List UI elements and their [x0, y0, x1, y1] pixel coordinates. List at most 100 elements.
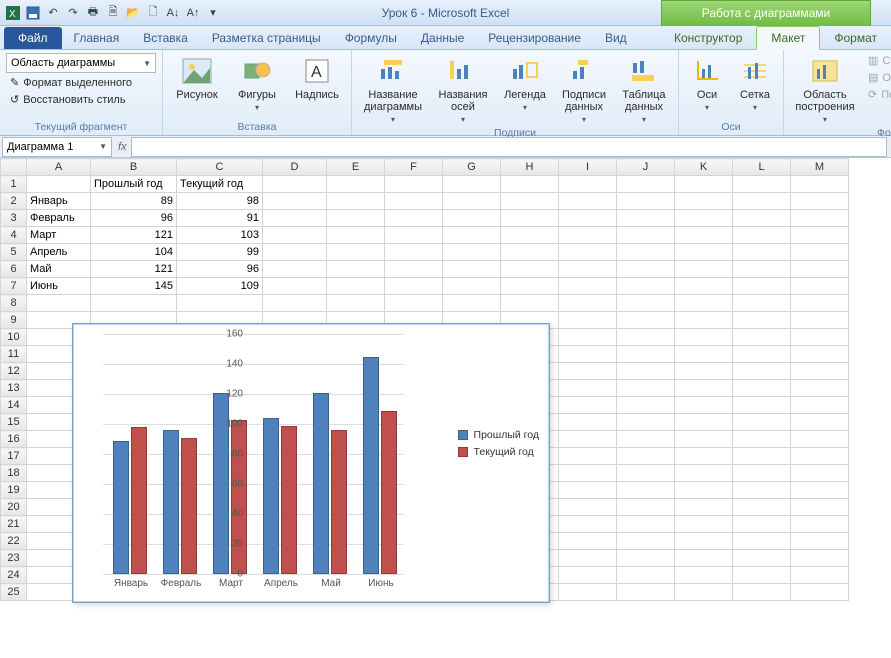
tab-chart-layout[interactable]: Макет	[756, 26, 820, 50]
cell[interactable]	[559, 295, 617, 312]
cell[interactable]	[675, 584, 733, 601]
tab-home[interactable]: Главная	[62, 27, 132, 49]
save-icon[interactable]	[24, 4, 42, 22]
cell[interactable]	[617, 210, 675, 227]
cell[interactable]	[675, 210, 733, 227]
cell[interactable]	[675, 414, 733, 431]
cell[interactable]: 91	[177, 210, 263, 227]
cell[interactable]	[501, 278, 559, 295]
row-header[interactable]: 16	[1, 431, 27, 448]
cell[interactable]	[791, 227, 849, 244]
cell[interactable]	[791, 482, 849, 499]
cell[interactable]	[559, 329, 617, 346]
cell[interactable]	[791, 397, 849, 414]
cell[interactable]: Март	[27, 227, 91, 244]
cell[interactable]	[501, 210, 559, 227]
cell[interactable]	[617, 414, 675, 431]
cell[interactable]	[733, 244, 791, 261]
cell[interactable]	[675, 431, 733, 448]
tab-formulas[interactable]: Формулы	[333, 27, 409, 49]
cell[interactable]	[791, 363, 849, 380]
new-icon[interactable]: 🗋	[144, 4, 162, 22]
column-header[interactable]: C	[177, 159, 263, 176]
plot-area-button[interactable]: Область построения▾	[790, 53, 860, 126]
cell[interactable]	[617, 482, 675, 499]
row-header[interactable]: 7	[1, 278, 27, 295]
cell[interactable]: 121	[91, 227, 177, 244]
cell[interactable]	[791, 431, 849, 448]
cell[interactable]	[327, 227, 385, 244]
cell[interactable]	[443, 295, 501, 312]
cell[interactable]	[617, 516, 675, 533]
cell[interactable]	[327, 176, 385, 193]
reset-style-button[interactable]: ↺ Восстановить стиль	[6, 92, 130, 107]
cell[interactable]	[675, 465, 733, 482]
column-header[interactable]: H	[501, 159, 559, 176]
cell[interactable]: Апрель	[27, 244, 91, 261]
column-header[interactable]: K	[675, 159, 733, 176]
cell[interactable]	[675, 533, 733, 550]
bar[interactable]	[313, 393, 329, 575]
cell[interactable]	[501, 176, 559, 193]
cell[interactable]	[617, 380, 675, 397]
tab-view[interactable]: Вид	[593, 27, 639, 49]
cell[interactable]: Прошлый год	[91, 176, 177, 193]
cell[interactable]	[617, 244, 675, 261]
tab-chart-design[interactable]: Конструктор	[660, 27, 756, 49]
cell[interactable]	[791, 329, 849, 346]
cell[interactable]	[733, 499, 791, 516]
cell[interactable]: Июнь	[27, 278, 91, 295]
cell[interactable]	[501, 244, 559, 261]
cell[interactable]	[733, 346, 791, 363]
cell[interactable]	[617, 363, 675, 380]
cell[interactable]	[327, 244, 385, 261]
cell[interactable]	[791, 176, 849, 193]
bar[interactable]	[231, 420, 247, 575]
cell[interactable]	[559, 584, 617, 601]
cell[interactable]	[617, 448, 675, 465]
row-header[interactable]: 23	[1, 550, 27, 567]
cell[interactable]	[675, 346, 733, 363]
insert-picture-button[interactable]: Рисунок	[169, 53, 225, 103]
tab-chart-format[interactable]: Формат	[820, 27, 891, 49]
cell[interactable]	[385, 210, 443, 227]
cell[interactable]	[733, 176, 791, 193]
cell[interactable]	[675, 550, 733, 567]
cell[interactable]	[263, 261, 327, 278]
row-header[interactable]: 12	[1, 363, 27, 380]
cell[interactable]	[675, 278, 733, 295]
cell[interactable]	[559, 448, 617, 465]
print-icon[interactable]: 🖶	[84, 4, 102, 22]
cell[interactable]	[675, 380, 733, 397]
column-header[interactable]: G	[443, 159, 501, 176]
insert-textbox-button[interactable]: A Надпись	[289, 53, 345, 103]
cell[interactable]	[733, 482, 791, 499]
cell[interactable]	[675, 482, 733, 499]
cell[interactable]	[733, 261, 791, 278]
plot-area[interactable]: ЯнварьФевральМартАпрельМайИюнь	[103, 334, 403, 574]
bar[interactable]	[181, 438, 197, 575]
insert-shapes-button[interactable]: Фигуры▾	[229, 53, 285, 114]
row-header[interactable]: 15	[1, 414, 27, 431]
cell[interactable]	[443, 261, 501, 278]
cell[interactable]	[675, 227, 733, 244]
cell[interactable]	[263, 227, 327, 244]
axes-button[interactable]: Оси▾	[685, 53, 729, 114]
cell[interactable]	[733, 295, 791, 312]
cell[interactable]: 96	[91, 210, 177, 227]
cell[interactable]	[263, 193, 327, 210]
cell[interactable]	[263, 295, 327, 312]
cell[interactable]	[733, 448, 791, 465]
redo-icon[interactable]: ↷	[64, 4, 82, 22]
tab-page-layout[interactable]: Разметка страницы	[200, 27, 333, 49]
column-header[interactable]: L	[733, 159, 791, 176]
qat-customize-icon[interactable]: ▾	[204, 4, 222, 22]
cell[interactable]	[559, 346, 617, 363]
cell[interactable]	[733, 278, 791, 295]
cell[interactable]	[385, 244, 443, 261]
worksheet[interactable]: ABCDEFGHIJKLM1Прошлый годТекущий год2Янв…	[0, 158, 891, 658]
row-header[interactable]: 3	[1, 210, 27, 227]
tab-data[interactable]: Данные	[409, 27, 476, 49]
cell[interactable]	[791, 312, 849, 329]
cell[interactable]	[617, 533, 675, 550]
